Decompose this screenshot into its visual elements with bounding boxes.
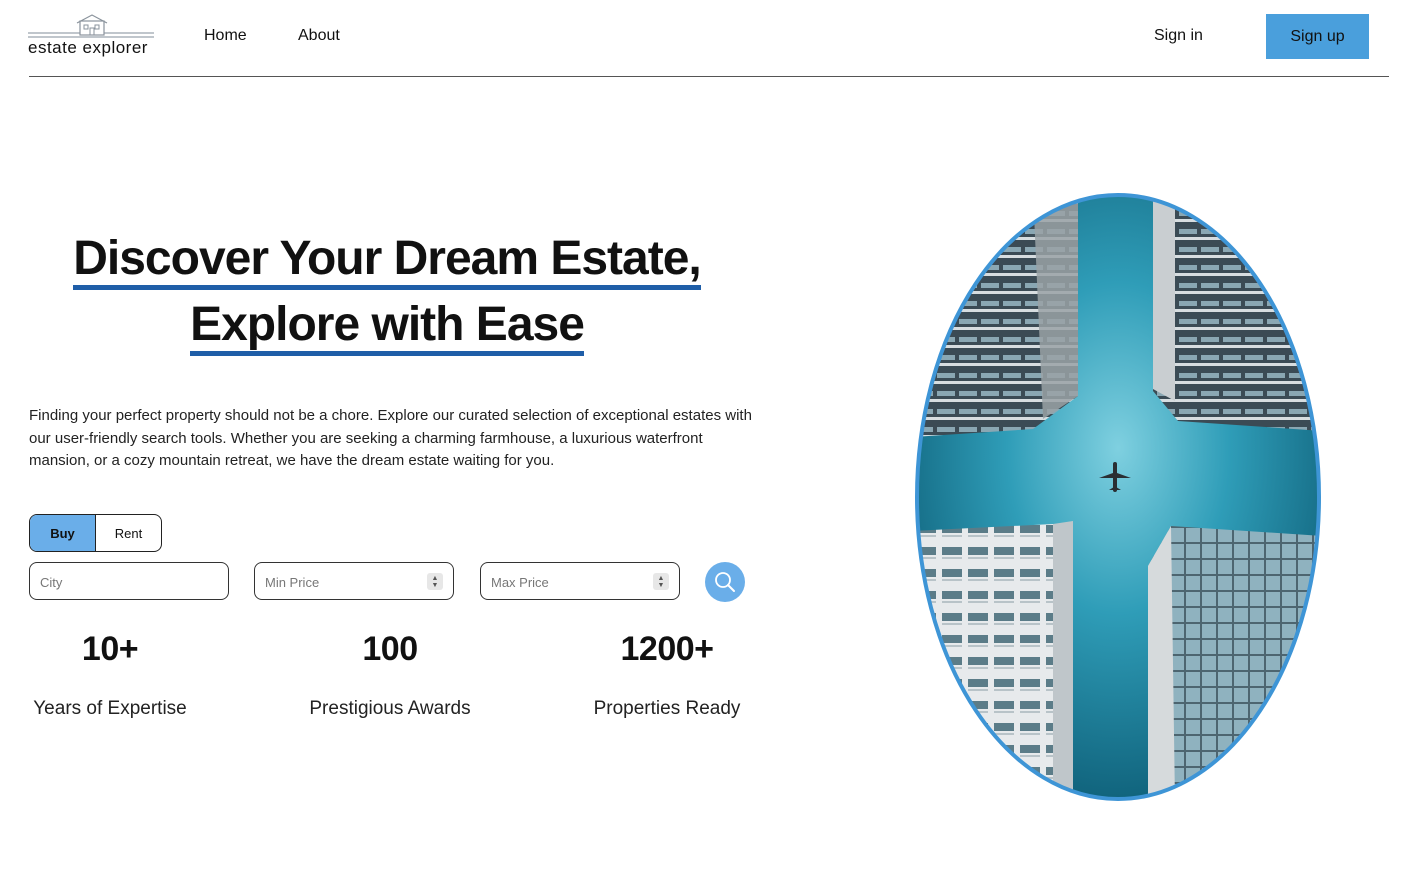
hero-title-line-1: Discover Your Dream Estate, bbox=[73, 233, 702, 290]
stepper-up-icon: ▲ bbox=[431, 574, 439, 582]
hero-title-line-2: Explore with Ease bbox=[190, 299, 585, 356]
city-input[interactable] bbox=[40, 572, 190, 592]
sign-up-button[interactable]: Sign up bbox=[1266, 14, 1369, 59]
brand-logo[interactable]: estate explorer bbox=[28, 14, 156, 60]
stepper-down-icon: ▼ bbox=[431, 581, 439, 589]
hero-description: Finding your perfect property should not… bbox=[29, 407, 752, 469]
stepper-down-icon: ▼ bbox=[657, 581, 665, 589]
stat-years-value: 10+ bbox=[81, 630, 139, 668]
stat-awards-label: Prestigious Awards bbox=[309, 698, 471, 719]
search-icon bbox=[715, 572, 735, 592]
hero-building-image bbox=[915, 193, 1321, 801]
buy-rent-toggle: Buy Rent bbox=[29, 514, 162, 552]
hero-title: Discover Your Dream Estate, Explore with… bbox=[29, 226, 745, 358]
max-price-stepper[interactable]: ▲ ▼ bbox=[653, 573, 669, 590]
site-header: estate explorer Home About Sign in Sign … bbox=[0, 0, 1407, 77]
rent-toggle-button[interactable]: Rent bbox=[96, 515, 161, 551]
min-price-input[interactable] bbox=[265, 572, 415, 592]
city-field bbox=[29, 562, 229, 600]
max-price-input[interactable] bbox=[491, 572, 641, 592]
stat-properties-label: Properties Ready bbox=[593, 698, 741, 719]
nav-home-link[interactable]: Home bbox=[204, 27, 247, 45]
max-price-field: ▲ ▼ bbox=[480, 562, 680, 600]
min-price-field: ▲ ▼ bbox=[254, 562, 454, 600]
buy-toggle-button[interactable]: Buy bbox=[30, 515, 96, 551]
min-price-stepper[interactable]: ▲ ▼ bbox=[427, 573, 443, 590]
sign-in-link[interactable]: Sign in bbox=[1154, 27, 1203, 45]
stepper-up-icon: ▲ bbox=[657, 574, 665, 582]
house-logo-icon bbox=[28, 14, 154, 38]
brand-name: estate explorer bbox=[28, 38, 148, 57]
search-button[interactable] bbox=[705, 562, 745, 602]
nav-about-link[interactable]: About bbox=[298, 27, 340, 45]
stat-properties-value: 1200+ bbox=[620, 630, 715, 668]
stat-awards-value: 100 bbox=[362, 630, 418, 668]
stat-years-label: Years of Expertise bbox=[33, 698, 187, 719]
header-divider bbox=[29, 76, 1389, 77]
